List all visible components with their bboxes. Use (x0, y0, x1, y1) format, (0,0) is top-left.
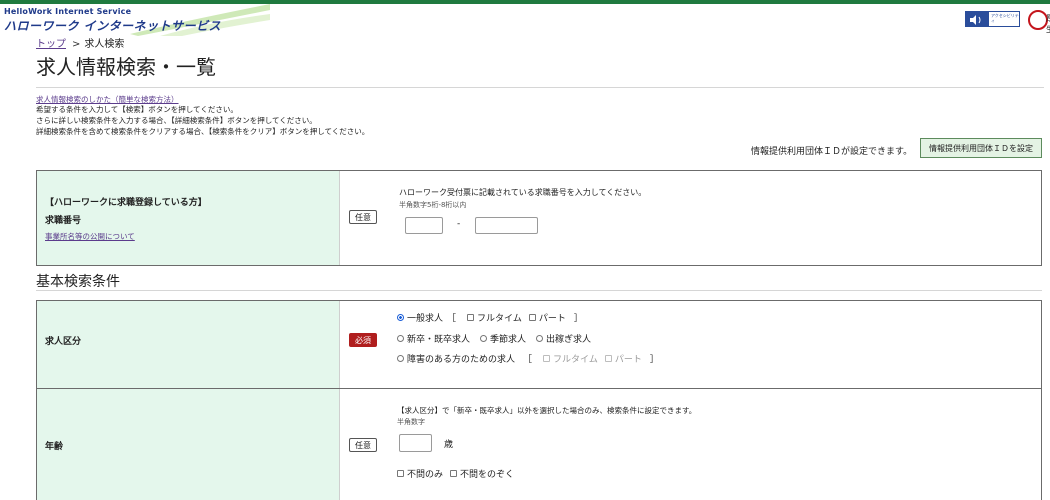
accessibility-badge-icon[interactable]: アクセシビリティ (988, 11, 1020, 27)
breadcrumb: トップ > 求人検索 (36, 35, 124, 50)
label-seasonal-job: 季節求人 (490, 335, 527, 345)
checkbox-exclude-any-age[interactable] (450, 470, 458, 477)
label-general-job: 一般求人 (407, 314, 444, 324)
job-number-label-cell (37, 171, 340, 265)
age-label: 年齢 (45, 442, 64, 452)
site-header: HelloWork Internet Service ハローワーク インターネッ… (0, 4, 1050, 36)
checkbox-disabled-parttime[interactable] (604, 355, 612, 362)
radio-migrant-job[interactable] (536, 335, 544, 342)
label-fulltime: フルタイム (477, 314, 522, 324)
age-panel: 年齢 任意 【求人区分】で「新卒・既卒求人」以外を選択した場合のみ、検索条件に設… (36, 388, 1042, 500)
radio-general-job[interactable] (397, 314, 404, 321)
title-divider (36, 87, 1044, 88)
age-format-note: 半角数字 (397, 418, 425, 426)
age-unit: 歳 (444, 440, 454, 450)
job-number-label: 求職番号 (45, 216, 82, 226)
optional-badge-age: 任意 (349, 438, 377, 452)
radio-disabled-job[interactable] (397, 355, 404, 362)
bracket-open: ［ (447, 314, 457, 324)
accessibility-badge-text: アクセシビリティ (991, 13, 1019, 23)
age-input[interactable] (399, 434, 432, 452)
category-row-other: 新卒・既卒求人 季節求人 出稼ぎ求人 (397, 332, 591, 345)
label-any-age-only: 不問のみ (407, 470, 444, 480)
checkbox-disabled-fulltime[interactable] (543, 355, 551, 362)
instruction-line-1: 希望する条件を入力して【検索】ボタンを押してください。 (36, 105, 238, 114)
job-category-label-cell (37, 301, 340, 388)
age-options-row: 不問のみ 不問をのぞく (397, 467, 514, 480)
checkbox-any-age-only[interactable] (397, 470, 404, 477)
set-info-provider-id-button[interactable]: 情報提供利用団体ＩＤを設定 (920, 138, 1042, 158)
checkbox-fulltime[interactable] (467, 314, 475, 321)
registered-heading: 【ハローワークに求職登録している方】 (45, 198, 207, 208)
radio-newgrad-job[interactable] (397, 335, 404, 342)
required-badge: 必須 (349, 333, 377, 347)
breadcrumb-separator: > (72, 39, 81, 50)
label-exclude-any-age: 不問をのぞく (460, 470, 515, 480)
label-disabled-fulltime: フルタイム (553, 355, 598, 365)
job-number-format-note: 半角数字5桁-8桁以内 (399, 201, 467, 209)
bracket-open-2: ［ (523, 355, 533, 365)
label-migrant-job: 出稼ぎ求人 (546, 335, 592, 345)
audio-speaker-icon[interactable] (965, 11, 989, 27)
checkbox-parttime[interactable] (528, 314, 536, 321)
category-row-general: 一般求人 ［ フルタイム パート ］ (397, 311, 587, 324)
instruction-line-2: さらに詳しい検索条件を入力する場合、【詳細検索条件】ボタンを押してください。 (36, 116, 317, 125)
job-number-input-2[interactable] (475, 217, 538, 234)
breadcrumb-top-link[interactable]: トップ (36, 39, 66, 50)
ministry-logo-text: 厚生 (1046, 13, 1050, 35)
site-logo[interactable]: HelloWork Internet Service ハローワーク インターネッ… (0, 4, 270, 36)
breadcrumb-current: 求人検索 (84, 39, 125, 50)
brand-japanese: ハローワーク インターネットサービス (4, 19, 222, 33)
job-category-label: 求人区分 (45, 337, 82, 347)
age-label-cell (37, 389, 340, 500)
category-row-disabled: 障害のある方のための求人 ［ フルタイム パート ］ (397, 352, 663, 365)
ministry-logo-icon[interactable] (1028, 10, 1048, 30)
label-disabled-job: 障害のある方のための求人 (407, 355, 516, 365)
age-note: 【求人区分】で「新卒・既卒求人」以外を選択した場合のみ、検索条件に設定できます。 (397, 406, 697, 415)
job-number-dash: - (457, 219, 461, 229)
bracket-close-2: ］ (649, 355, 659, 365)
radio-seasonal-job[interactable] (480, 335, 488, 342)
company-disclosure-link[interactable]: 事業所名等の公開について (45, 231, 135, 242)
bracket-close: ］ (573, 314, 583, 324)
label-parttime: パート (538, 314, 566, 324)
page-title: 求人情報検索・一覧 (36, 55, 216, 79)
section-divider (36, 290, 1042, 291)
job-number-panel: 【ハローワークに求職登録している方】 求職番号 事業所名等の公開について 任意 … (36, 170, 1042, 266)
job-category-panel: 求人区分 必須 一般求人 ［ フルタイム パート ］ 新卒・既卒求人 季節求人 … (36, 300, 1042, 389)
label-newgrad-job: 新卒・既卒求人 (407, 335, 471, 345)
basic-conditions-heading: 基本検索条件 (36, 274, 120, 290)
optional-badge: 任意 (349, 210, 377, 224)
job-number-input-1[interactable] (405, 217, 443, 234)
job-number-note: ハローワーク受付票に記載されている求職番号を入力してください。 (399, 188, 647, 197)
brand-english: HelloWork Internet Service (4, 7, 132, 16)
label-disabled-parttime: パート (614, 355, 642, 365)
instruction-line-3: 詳細検索条件を含めて検索条件をクリアする場合、【検索条件をクリア】ボタンを押して… (36, 127, 370, 136)
info-provider-note: 情報提供利用団体ＩＤが設定できます。 (751, 147, 913, 157)
